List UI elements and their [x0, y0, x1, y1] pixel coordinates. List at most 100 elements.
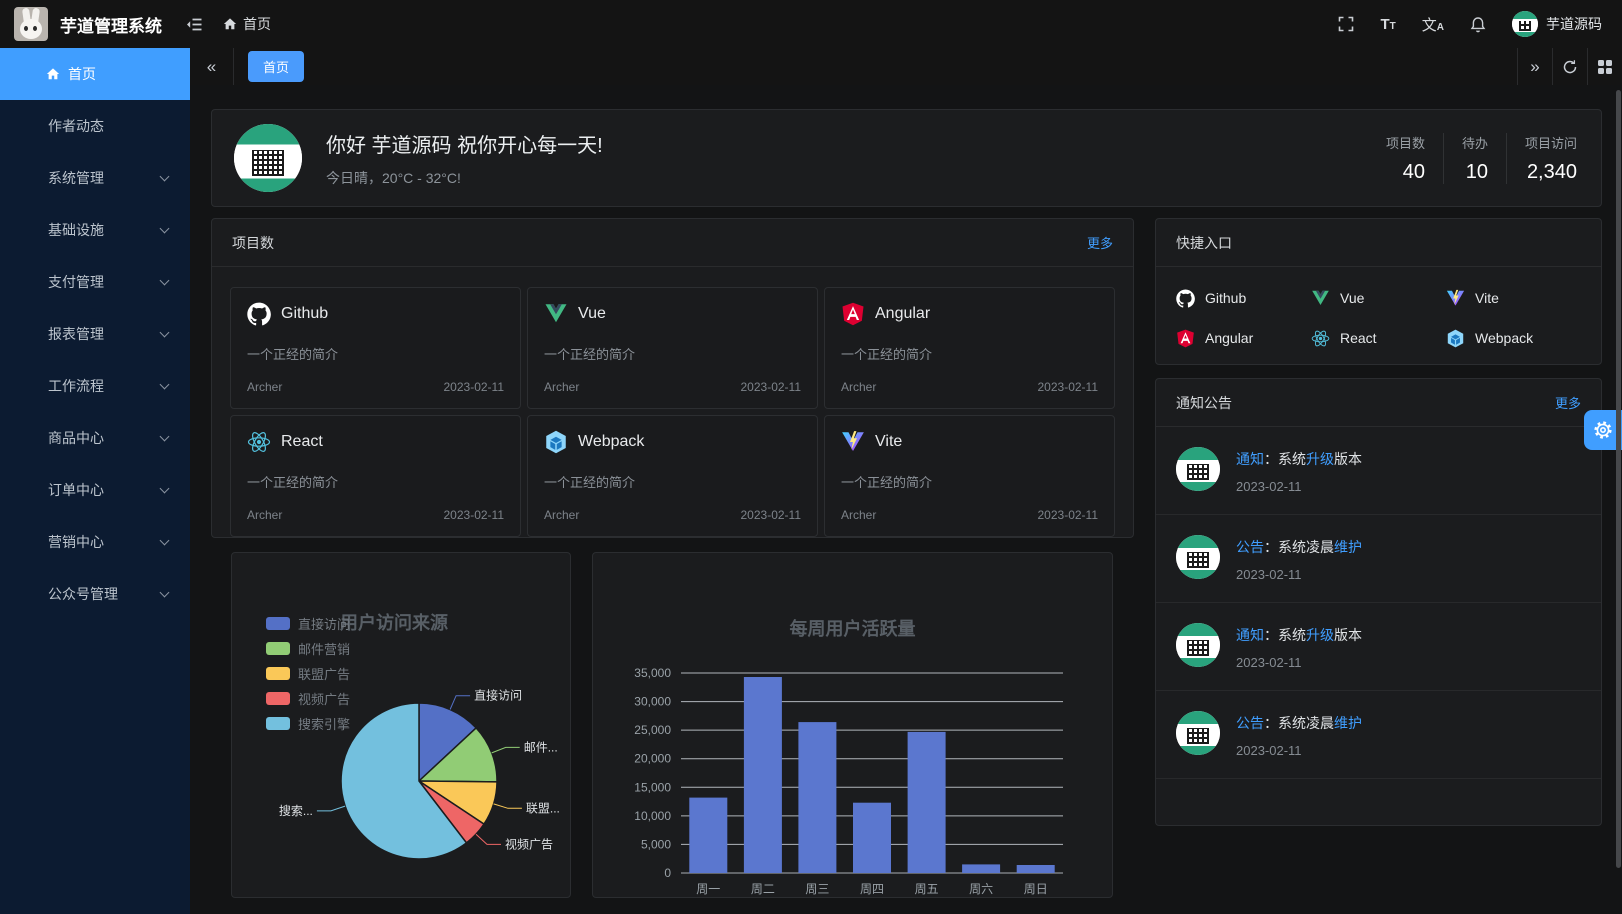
- sidebar-item-product[interactable]: 商品中心: [0, 412, 190, 464]
- react-icon: [247, 430, 271, 454]
- fullscreen-icon[interactable]: [1338, 16, 1354, 32]
- sidebar: 首页 作者动态 系统管理 基础设施 支付管理 报表管理 工作流程 商品中心 订单…: [0, 48, 190, 914]
- project-card-webpack[interactable]: Webpack 一个正经的简介 Archer2023-02-11: [527, 415, 818, 537]
- vertical-scrollbar[interactable]: [1616, 90, 1621, 868]
- svg-text:15,000: 15,000: [634, 780, 671, 794]
- weather-text: 今日晴，20°C - 32°C!: [326, 168, 603, 188]
- sidebar-item-marketing[interactable]: 营销中心: [0, 516, 190, 568]
- translate-icon[interactable]: 文A: [1422, 14, 1444, 35]
- sidebar-item-workflow[interactable]: 工作流程: [0, 360, 190, 412]
- svg-text:周六: 周六: [969, 882, 993, 896]
- bar-chart: 05,00010,00015,00020,00025,00030,00035,0…: [593, 553, 1112, 897]
- refresh-icon[interactable]: [1552, 48, 1587, 85]
- legend-swatch: [266, 617, 290, 630]
- user-qr-avatar[interactable]: [234, 124, 302, 192]
- webpack-icon: [1446, 329, 1465, 348]
- notices-more-link[interactable]: 更多: [1555, 393, 1581, 412]
- notice-date: 2023-02-11: [1236, 655, 1362, 670]
- bell-icon[interactable]: [1470, 16, 1486, 33]
- sidebar-item-wechat[interactable]: 公众号管理: [0, 568, 190, 620]
- legend-item[interactable]: 联盟广告: [266, 661, 350, 686]
- project-author: Archer: [841, 380, 876, 394]
- project-card-vite[interactable]: Vite 一个正经的简介 Archer2023-02-11: [824, 415, 1115, 537]
- sidebar-item-pay[interactable]: 支付管理: [0, 256, 190, 308]
- username: 芋道源码: [1546, 14, 1602, 34]
- tab-bar: « 首页 »: [190, 48, 1622, 85]
- quick-link-github[interactable]: Github: [1176, 285, 1311, 311]
- pie-legend: 直接访问 邮件营销 联盟广告 视频广告 搜索引擎: [266, 611, 350, 736]
- angular-icon: [841, 302, 865, 326]
- notice-item[interactable]: 公告：系统凌晨维护 2023-02-11: [1156, 691, 1601, 779]
- svg-text:10,000: 10,000: [634, 809, 671, 823]
- svg-text:30,000: 30,000: [634, 695, 671, 709]
- notice-avatar: [1176, 711, 1220, 755]
- project-card-github[interactable]: Github 一个正经的简介 Archer2023-02-11: [230, 287, 521, 409]
- chevron-down-icon: [160, 588, 170, 598]
- chevron-down-icon: [160, 380, 170, 390]
- sidebar-item-home[interactable]: 首页: [0, 48, 190, 100]
- project-date: 2023-02-11: [741, 380, 802, 394]
- vite-icon: [841, 430, 865, 454]
- github-icon: [247, 302, 271, 326]
- legend-swatch: [266, 642, 290, 655]
- projects-more-link[interactable]: 更多: [1087, 233, 1113, 252]
- notice-avatar: [1176, 535, 1220, 579]
- svg-text:0: 0: [664, 866, 671, 880]
- project-date: 2023-02-11: [741, 508, 802, 522]
- notice-item[interactable]: 通知：系统升级版本 2023-02-11: [1156, 427, 1601, 515]
- project-card-react[interactable]: React 一个正经的简介 Archer2023-02-11: [230, 415, 521, 537]
- project-card-vue[interactable]: Vue 一个正经的简介 Archer2023-02-11: [527, 287, 818, 409]
- quick-link-vue[interactable]: Vue: [1311, 285, 1446, 311]
- tab-home[interactable]: 首页: [248, 51, 304, 82]
- projects-card: 项目数 更多 Github 一个正经的简介 Archer2023-02-11 V…: [211, 218, 1134, 538]
- sidebar-item-system[interactable]: 系统管理: [0, 152, 190, 204]
- app-logo[interactable]: [14, 7, 48, 41]
- pie-chart-card: 用户访问来源 直接访问 邮件营销 联盟广告 视频广告 搜索引擎 直接访问邮件..…: [231, 552, 571, 898]
- notice-item[interactable]: 公告：系统凌晨维护 2023-02-11: [1156, 515, 1601, 603]
- svg-text:35,000: 35,000: [634, 666, 671, 680]
- quick-link-react[interactable]: React: [1311, 325, 1446, 351]
- stat-todo: 待办 10: [1443, 133, 1506, 184]
- quick-link-vite[interactable]: Vite: [1446, 285, 1581, 311]
- sidebar-item-report[interactable]: 报表管理: [0, 308, 190, 360]
- vite-icon: [1446, 289, 1465, 308]
- legend-item[interactable]: 搜索引擎: [266, 711, 350, 736]
- react-icon: [1311, 329, 1330, 348]
- menu-fold-icon[interactable]: [186, 16, 203, 33]
- vue-icon: [1311, 289, 1330, 308]
- breadcrumb[interactable]: 首页: [223, 14, 271, 34]
- notice-date: 2023-02-11: [1236, 567, 1362, 582]
- sidebar-item-infra[interactable]: 基础设施: [0, 204, 190, 256]
- tabs-scroll-right-icon[interactable]: »: [1517, 48, 1552, 85]
- sidebar-item-order[interactable]: 订单中心: [0, 464, 190, 516]
- pie-chart-title: 用户访问来源: [340, 609, 448, 635]
- bar-chart-title: 每周用户活跃量: [593, 615, 1112, 641]
- project-date: 2023-02-11: [1038, 380, 1099, 394]
- layout-grid-icon[interactable]: [1587, 48, 1622, 85]
- avatar: [1512, 11, 1538, 37]
- chevron-down-icon: [160, 224, 170, 234]
- legend-item[interactable]: 邮件营销: [266, 636, 350, 661]
- greeting-text: 你好 芋道源码 祝你开心每一天!: [326, 129, 603, 158]
- notice-item[interactable]: 通知：系统升级版本 2023-02-11: [1156, 603, 1601, 691]
- legend-item[interactable]: 直接访问: [266, 611, 350, 636]
- sidebar-item-author[interactable]: 作者动态: [0, 100, 190, 152]
- legend-item[interactable]: 视频广告: [266, 686, 350, 711]
- app-title: 芋道管理系统: [60, 12, 162, 37]
- font-size-icon[interactable]: TT: [1380, 16, 1395, 33]
- chevron-down-icon: [160, 276, 170, 286]
- github-icon: [1176, 289, 1195, 308]
- chevron-down-icon: [160, 484, 170, 494]
- tabs-scroll-left-icon[interactable]: «: [190, 48, 234, 85]
- user-menu[interactable]: 芋道源码: [1512, 11, 1602, 37]
- projects-title: 项目数: [232, 233, 274, 253]
- project-card-angular[interactable]: Angular 一个正经的简介 Archer2023-02-11: [824, 287, 1115, 409]
- notices-title: 通知公告: [1176, 393, 1232, 413]
- notice-date: 2023-02-11: [1236, 743, 1362, 758]
- project-date: 2023-02-11: [444, 380, 505, 394]
- svg-text:周日: 周日: [1024, 882, 1048, 896]
- quick-link-webpack[interactable]: Webpack: [1446, 325, 1581, 351]
- quick-link-angular[interactable]: Angular: [1176, 325, 1311, 351]
- project-date: 2023-02-11: [444, 508, 505, 522]
- notice-avatar: [1176, 447, 1220, 491]
